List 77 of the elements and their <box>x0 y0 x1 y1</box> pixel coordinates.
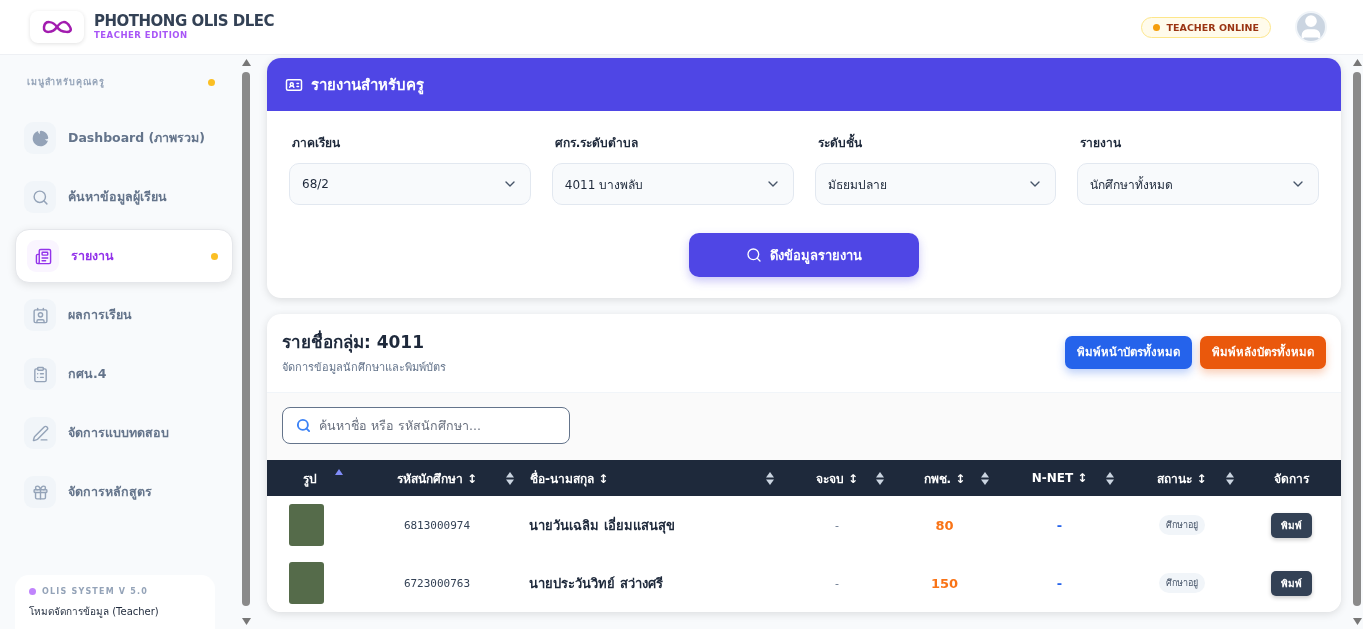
column-header[interactable]: จะจบ ↕ <box>815 468 859 488</box>
select-field[interactable]: 4011 บางพลับ <box>551 163 794 205</box>
sort-icon[interactable] <box>506 472 514 485</box>
column-header[interactable]: รูป <box>302 468 317 488</box>
edition-label: TEACHER EDITION <box>94 31 189 40</box>
scroll-down-icon[interactable] <box>241 618 251 625</box>
version-label: OLIS SYSTEM V 5.0 <box>42 587 148 596</box>
notification-dot <box>208 78 215 86</box>
nav-item[interactable]: ผลการเรียน <box>15 288 233 342</box>
select-field[interactable]: นักศึกษาทั้งหมด <box>1077 163 1319 205</box>
search-field[interactable]: ค้นหาชื่อ หรือ รหัสนักศึกษา... <box>282 407 570 444</box>
student-id: 6723000763 <box>403 576 471 590</box>
active-dot <box>211 252 218 260</box>
card-title: รายงานสำหรับครู <box>311 74 424 97</box>
sort-icon[interactable] <box>1106 472 1114 485</box>
nnet-cell: - <box>1056 575 1063 591</box>
group-title: รายชื่อกลุ่ม: 4011 <box>282 329 426 355</box>
column-header[interactable]: สถานะ ↕ <box>1157 468 1207 488</box>
brand-title: PHOTHONG OLIS DLEC <box>94 14 275 30</box>
filter-label: รายงาน <box>1079 135 1123 152</box>
sort-icon[interactable] <box>981 472 989 485</box>
scrollbar-thumb[interactable] <box>1353 72 1361 606</box>
gift-icon <box>24 476 56 508</box>
print-all-button[interactable]: พิมพ์หลังบัตรทั้งหมด <box>1200 335 1326 369</box>
logo <box>30 11 84 43</box>
newspaper-icon <box>27 240 59 272</box>
pen-icon <box>24 417 56 449</box>
student-name: นายวันเฉลิม เอี่ยมแสนสุข <box>529 515 675 536</box>
column-header[interactable]: กพช. ↕ <box>923 468 966 488</box>
mode-label: โหมดจัดการข้อมูล (Teacher) <box>29 605 160 619</box>
column-header[interactable]: รหัสนักศึกษา ↕ <box>396 468 478 488</box>
select-field[interactable]: 68/2 <box>289 163 531 205</box>
nav-item[interactable]: กศน.4 <box>15 347 233 401</box>
nav-item[interactable]: จัดการแบบทดสอบ <box>15 406 233 460</box>
nav-item[interactable]: จัดการหลักสูตร <box>15 465 233 519</box>
scroll-down-icon[interactable] <box>1352 618 1362 625</box>
graduate-cell: - <box>835 576 839 590</box>
sidebar-heading: เมนูสำหรับคุณครู <box>27 76 105 89</box>
photo-placeholder <box>289 562 324 604</box>
student-id: 6813000974 <box>403 518 471 532</box>
scroll-up-icon[interactable] <box>241 59 251 66</box>
sort-icon[interactable] <box>766 472 774 485</box>
graduate-cell: - <box>835 518 839 532</box>
status-tag: ศึกษาอยู่ <box>1159 573 1205 593</box>
sort-icon[interactable] <box>1226 472 1234 485</box>
gpc-hours: 150 <box>930 575 959 591</box>
student-name: นายประวันวิทย์ สว่างศรี <box>529 574 663 593</box>
column-header[interactable]: ชื่อ-นามสกุล ↕ <box>530 468 609 488</box>
filter-label: ระดับชั้น <box>814 133 1057 152</box>
print-button[interactable]: พิมพ์ <box>1271 512 1312 538</box>
nnet-cell: - <box>1056 517 1063 533</box>
scrollbar-thumb[interactable] <box>242 72 250 606</box>
clipboard-icon <box>24 358 56 390</box>
nav-item[interactable]: รายงาน <box>15 229 233 283</box>
search-icon <box>296 418 311 433</box>
search-icon <box>746 247 762 263</box>
print-all-button[interactable]: พิมพ์หน้าบัตรทั้งหมด <box>1065 335 1192 369</box>
online-status-badge: TEACHER ONLINE <box>1140 16 1271 38</box>
status-dot <box>29 588 36 595</box>
fetch-report-button[interactable]: ดึงข้อมูลรายงาน <box>689 233 919 277</box>
filter-label: ภาคเรียน <box>291 135 341 152</box>
sort-icon[interactable] <box>876 472 884 485</box>
nav-item[interactable]: ค้นหาข้อมูลผู้เรียน <box>15 170 233 224</box>
select-field[interactable]: มัธยมปลาย <box>814 163 1057 205</box>
scroll-up-icon[interactable] <box>1352 59 1362 66</box>
photo-placeholder <box>289 504 324 546</box>
filter-label: ศกร.ระดับตำบล <box>553 135 640 152</box>
column-header[interactable]: N-NET ↕ <box>1031 471 1088 485</box>
print-button[interactable]: พิมพ์ <box>1271 570 1312 596</box>
group-subtitle: จัดการข้อมูลนักศึกษาและพิมพ์บัตร <box>282 360 446 376</box>
pie-chart-icon <box>24 122 56 154</box>
search-icon <box>24 181 56 213</box>
status-tag: ศึกษาอยู่ <box>1159 515 1205 535</box>
nav-item[interactable]: Dashboard (ภาพรวม) <box>15 111 233 165</box>
contact-card-icon <box>24 299 56 331</box>
gpc-hours: 80 <box>935 517 954 533</box>
column-header[interactable]: จัดการ <box>1274 468 1309 488</box>
